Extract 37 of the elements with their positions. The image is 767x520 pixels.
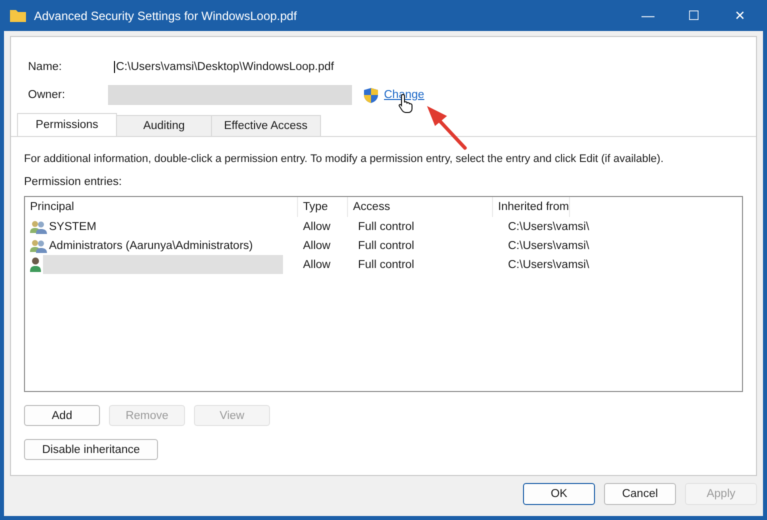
column-header[interactable]: Type [298, 197, 348, 217]
shield-icon [364, 88, 378, 102]
user-icon [30, 257, 41, 272]
principal-cell: SYSTEM [49, 220, 96, 232]
inherited-cell-text: C:\Users\vamsi\ [507, 258, 590, 270]
window-control[interactable]: — [625, 0, 671, 31]
type-cell-text: Allow [302, 258, 332, 270]
disable-inheritance-button[interactable]: Disable inheritance [24, 439, 158, 460]
dialog-button[interactable]: Cancel [604, 483, 676, 505]
users-icon [30, 220, 47, 234]
principal-cell: Administrators (Aarunya\Administrators) [49, 240, 253, 252]
name-label: Name: [28, 61, 63, 73]
window-title: Advanced Security Settings for WindowsLoop.pdf [34, 8, 298, 22]
window-control[interactable]: ✕ [717, 0, 763, 31]
inherited-cell-text: C:\Users\vamsi\ [507, 220, 590, 232]
annotation-arrow [425, 104, 469, 150]
access-cell-text: Full control [357, 220, 416, 232]
owner-label: Owner: [28, 89, 66, 101]
entry-button[interactable]: Add [24, 405, 100, 426]
access-cell-text: Full control [357, 240, 416, 252]
info-text: For additional information, double-click a permission entry. To modify a permission entry, select the entry and click Edit (if available). [24, 153, 665, 165]
window-control[interactable]: ☐ [671, 0, 717, 31]
access-cell-text: Full control [357, 258, 416, 270]
column-header[interactable]: Access [348, 197, 493, 217]
dialog-button[interactable]: OK [523, 483, 595, 505]
users-icon [30, 238, 47, 252]
entries-label: Permission entries: [24, 176, 123, 188]
type-cell-text: Allow [302, 240, 332, 252]
tab[interactable]: Permissions [17, 113, 117, 136]
tab[interactable]: Auditing [116, 115, 212, 136]
tab[interactable]: Effective Access [211, 115, 321, 136]
column-header[interactable]: Inherited from [493, 197, 570, 217]
inherited-cell-text: C:\Users\vamsi\ [507, 240, 590, 252]
file-path: C:\Users\vamsi\Desktop\WindowsLoop.pdf [114, 61, 334, 73]
column-header[interactable]: Principal [25, 197, 298, 217]
type-cell-text: Allow [302, 220, 332, 232]
folder-icon [10, 9, 26, 22]
